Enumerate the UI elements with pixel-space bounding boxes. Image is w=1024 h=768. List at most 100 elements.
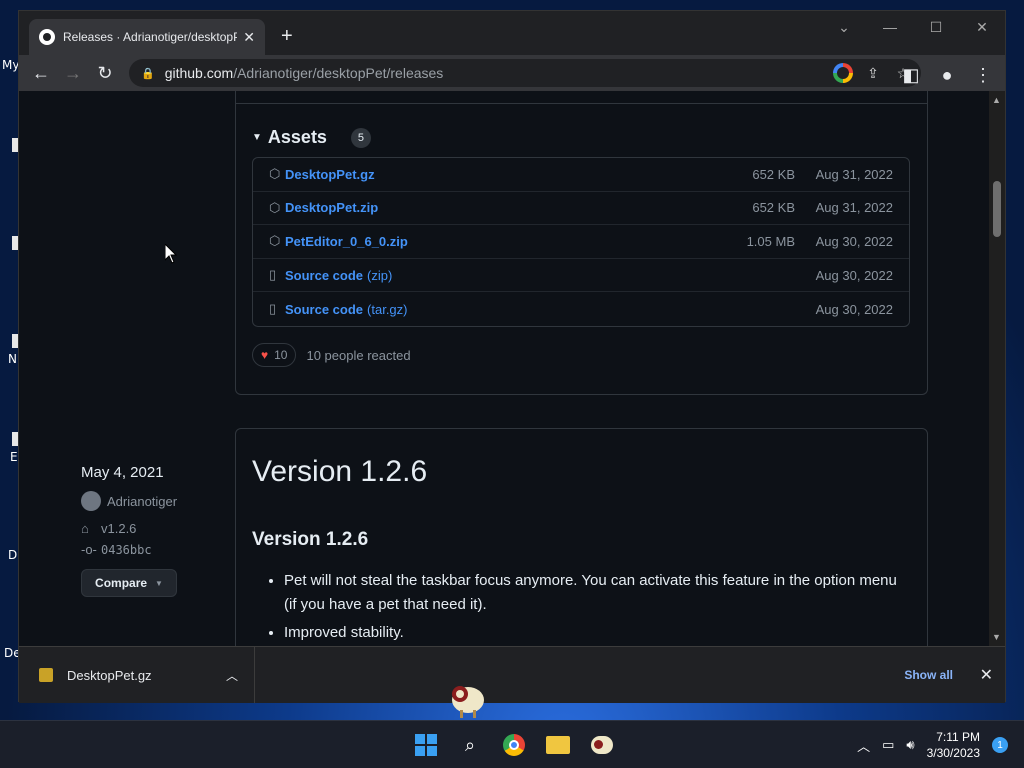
tag-name[interactable]: v1.2.6 [101, 521, 136, 536]
package-icon: ⬡ [269, 199, 281, 215]
browser-toolbar: ← → ↻ 🔒 github.com/Adrianotiger/desktopP… [19, 55, 1005, 91]
list-item: Pet will not steal the taskbar focus any… [284, 569, 904, 617]
download-filename[interactable]: DesktopPet.gz [67, 668, 152, 683]
url-text[interactable]: github.com/Adrianotiger/desktopPet/relea… [165, 65, 444, 81]
compare-button[interactable]: Compare ▼ [81, 569, 177, 597]
scroll-up-icon[interactable]: ▲ [992, 95, 1001, 105]
close-tab-icon[interactable]: ✕ [243, 29, 255, 46]
asset-suffix[interactable]: (tar.gz) [367, 302, 407, 317]
assets-title: Assets [267, 127, 327, 147]
file-explorer-icon[interactable] [542, 729, 574, 761]
release-title[interactable]: Version 1.2.6 [252, 455, 427, 489]
github-icon [39, 29, 55, 45]
author-name[interactable]: Adrianotiger [107, 494, 177, 509]
reaction-summary: 10 people reacted [306, 347, 411, 363]
asset-date: Aug 30, 2022 [815, 233, 893, 249]
toolbar-right: ◧ ● ⋮ [895, 59, 999, 91]
release-tag[interactable]: ⌂ v1.2.6 [81, 521, 177, 536]
close-window-icon[interactable]: ✕ [959, 11, 1005, 43]
tab-search-icon[interactable]: ⌄ [821, 11, 867, 43]
reload-icon[interactable]: ↻ [89, 57, 121, 89]
chrome-taskbar-icon[interactable] [498, 729, 530, 761]
chrome-icon [503, 734, 525, 756]
asset-link[interactable]: PetEditor_0_6_0.zip [285, 234, 408, 249]
profile-icon[interactable]: ● [931, 59, 963, 91]
divider [236, 103, 927, 104]
release-card: Version 1.2.6 Version 1.2.6 Pet will not… [235, 428, 928, 646]
browser-tab[interactable]: Releases · Adrianotiger/desktopPet ✕ [29, 19, 265, 55]
release-meta: May 4, 2021 Adrianotiger ⌂ v1.2.6 -o- 04… [81, 464, 177, 597]
asset-size: 652 KB [752, 166, 795, 182]
chevron-up-icon[interactable]: ︿ [226, 667, 238, 684]
lock-icon[interactable]: 🔒 [141, 67, 155, 80]
assets-header[interactable]: ▼ Assets 5 [252, 127, 371, 148]
asset-row: ⬡ PetEditor_0_6_0.zip 1.05 MB Aug 30, 20… [253, 225, 909, 259]
side-panel-icon[interactable]: ◧ [895, 59, 927, 91]
desktop-icons: My N E D De [0, 0, 21, 720]
release-notes: Pet will not steal the taskbar focus any… [284, 569, 904, 646]
file-zip-icon: ▯ [269, 267, 277, 283]
desktop-pet-sheep-icon[interactable] [446, 680, 486, 720]
desktop-icon-label[interactable]: My [2, 58, 19, 72]
windows-logo-icon [415, 734, 437, 756]
asset-link[interactable]: DesktopPet.gz [285, 167, 375, 182]
asset-date: Aug 31, 2022 [815, 166, 893, 182]
scroll-thumb[interactable] [993, 181, 1001, 237]
asset-size: 1.05 MB [746, 233, 795, 249]
reactions: ♥ 10 10 people reacted [252, 343, 411, 367]
asset-row: ▯ Source code (zip) Aug 30, 2022 [253, 259, 909, 293]
release-subtitle: Version 1.2.6 [252, 529, 369, 550]
chevron-down-icon: ▼ [155, 578, 163, 588]
minimize-icon[interactable]: — [867, 11, 913, 43]
compare-label: Compare [95, 576, 148, 590]
asset-row: ⬡ DesktopPet.gz 652 KB Aug 31, 2022 [253, 158, 909, 192]
desktop-pet-taskbar-icon[interactable] [586, 729, 618, 761]
network-icon[interactable]: ▭ [882, 737, 894, 753]
new-tab-icon[interactable]: + [281, 25, 293, 48]
volume-icon[interactable]: 🔊︎ [906, 737, 914, 753]
address-bar[interactable]: 🔒 github.com/Adrianotiger/desktopPet/rel… [129, 59, 921, 87]
system-tray: ︿ ▭ 🔊︎ 7:11 PM 3/30/2023 1 [857, 721, 1008, 768]
asset-link[interactable]: Source code [285, 268, 363, 283]
clock[interactable]: 7:11 PM 3/30/2023 [927, 729, 980, 761]
sheep-icon [591, 736, 613, 754]
desktop-icon-label[interactable]: D [8, 548, 17, 562]
back-icon[interactable]: ← [25, 57, 57, 89]
browser-window: Releases · Adrianotiger/desktopPet ✕ + ⌄… [18, 10, 1006, 703]
commit-hash[interactable]: 0436bbc [101, 543, 152, 557]
google-lens-icon[interactable] [833, 63, 853, 83]
scrollbar[interactable]: ▲ ▼ [989, 91, 1005, 646]
avatar[interactable] [81, 491, 101, 511]
taskbar-apps: ⌕ [410, 729, 618, 761]
asset-date: Aug 31, 2022 [815, 200, 893, 216]
desktop-icon-label[interactable]: E [10, 450, 18, 464]
show-all-button[interactable]: Show all [904, 668, 953, 682]
assets-list: ⬡ DesktopPet.gz 652 KB Aug 31, 2022 ⬡ De… [252, 157, 910, 327]
asset-suffix[interactable]: (zip) [367, 268, 392, 283]
maximize-icon[interactable]: ☐ [913, 11, 959, 43]
scroll-down-icon[interactable]: ▼ [992, 632, 1001, 642]
forward-icon[interactable]: → [57, 57, 89, 89]
asset-date: Aug 30, 2022 [815, 267, 893, 283]
search-icon[interactable]: ⌕ [454, 729, 486, 761]
chevron-up-icon[interactable]: ︿ [857, 736, 870, 755]
browser-titlebar: Releases · Adrianotiger/desktopPet ✕ + ⌄… [19, 11, 1005, 55]
assets-count-badge: 5 [350, 127, 371, 148]
commit-icon: -o- [81, 542, 97, 557]
start-windows-icon[interactable] [410, 729, 442, 761]
notification-badge[interactable]: 1 [992, 737, 1008, 753]
asset-link[interactable]: DesktopPet.zip [285, 200, 378, 215]
close-icon[interactable]: ✕ [980, 665, 993, 685]
download-item[interactable]: DesktopPet.gz ︿ [19, 647, 255, 703]
taskbar: ⌕ ︿ ▭ 🔊︎ 7:11 PM 3/30/2023 1 [0, 720, 1024, 768]
heart-icon: ♥ [261, 348, 269, 362]
menu-icon[interactable]: ⋮ [967, 59, 999, 91]
release-author[interactable]: Adrianotiger [81, 491, 177, 511]
reaction-heart-button[interactable]: ♥ 10 [252, 343, 297, 367]
caret-down-icon: ▼ [252, 132, 262, 143]
share-icon[interactable]: ⇪ [863, 63, 883, 83]
asset-link[interactable]: Source code [285, 302, 363, 317]
desktop-icon-label[interactable]: N [8, 352, 17, 366]
clock-time: 7:11 PM [936, 730, 980, 744]
release-commit[interactable]: -o- 0436bbc [81, 542, 177, 557]
